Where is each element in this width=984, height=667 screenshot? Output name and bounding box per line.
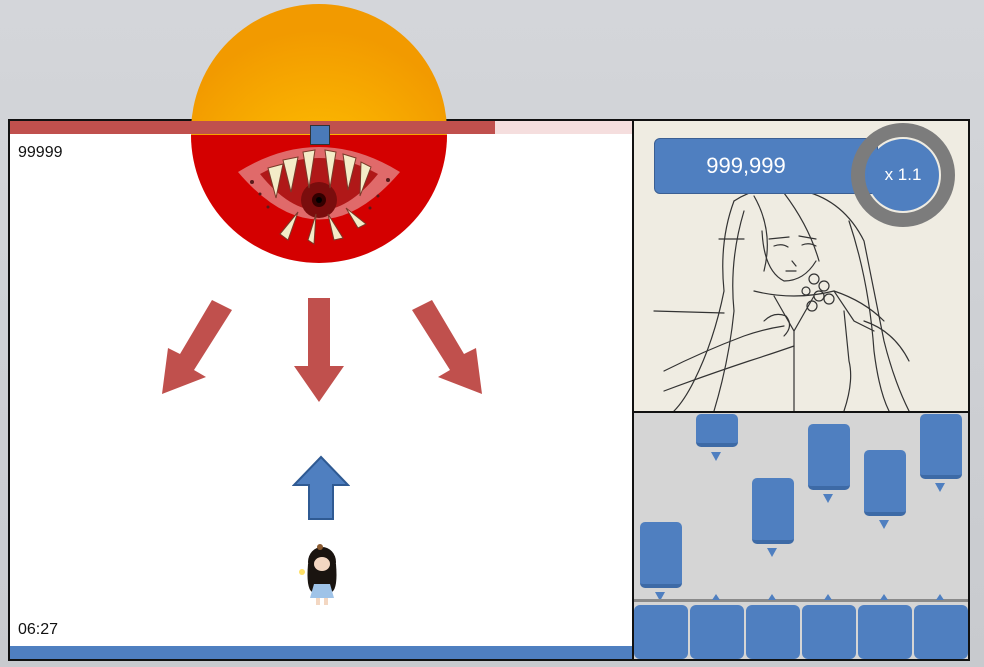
falling-note [864, 450, 906, 516]
note-tail-icon [767, 548, 777, 557]
lane-marker-icon [768, 594, 776, 600]
falling-note [696, 414, 738, 447]
lane-marker-icon [712, 594, 720, 600]
multiplier-label: x 1.1 [884, 165, 922, 184]
lane-key-5[interactable] [858, 605, 912, 659]
falling-note [808, 424, 850, 490]
lane-marker-icon [880, 594, 888, 600]
lane-key-6[interactable] [914, 605, 968, 659]
note-tail-icon [879, 520, 889, 529]
arrow-up-icon [292, 455, 350, 520]
lane-key-4[interactable] [802, 605, 856, 659]
boss-health-marker [310, 125, 330, 145]
falling-note [920, 414, 962, 479]
player-character [299, 544, 337, 605]
timer: 06:27 [18, 621, 59, 638]
score-counter: 99999 [18, 144, 63, 161]
arrow-down-right-icon [412, 300, 482, 394]
lane-key-1[interactable] [634, 605, 688, 659]
falling-note [640, 522, 682, 588]
energy-bar [10, 646, 632, 659]
lane-key-3[interactable] [746, 605, 800, 659]
falling-note [752, 478, 794, 544]
arrow-down-left-icon [162, 300, 232, 394]
boss-health-fill [10, 121, 496, 134]
note-tail-icon [711, 452, 721, 461]
note-tail-icon [823, 494, 833, 503]
note-tail-icon [935, 483, 945, 492]
hit-line [634, 599, 968, 602]
attack-arrows [162, 298, 482, 402]
lane-marker-icon [824, 594, 832, 600]
lane-marker-icon [936, 594, 944, 600]
total-score-box: 999,999 [654, 138, 878, 194]
arrow-down-icon [294, 298, 344, 402]
lane-key-2[interactable] [690, 605, 744, 659]
